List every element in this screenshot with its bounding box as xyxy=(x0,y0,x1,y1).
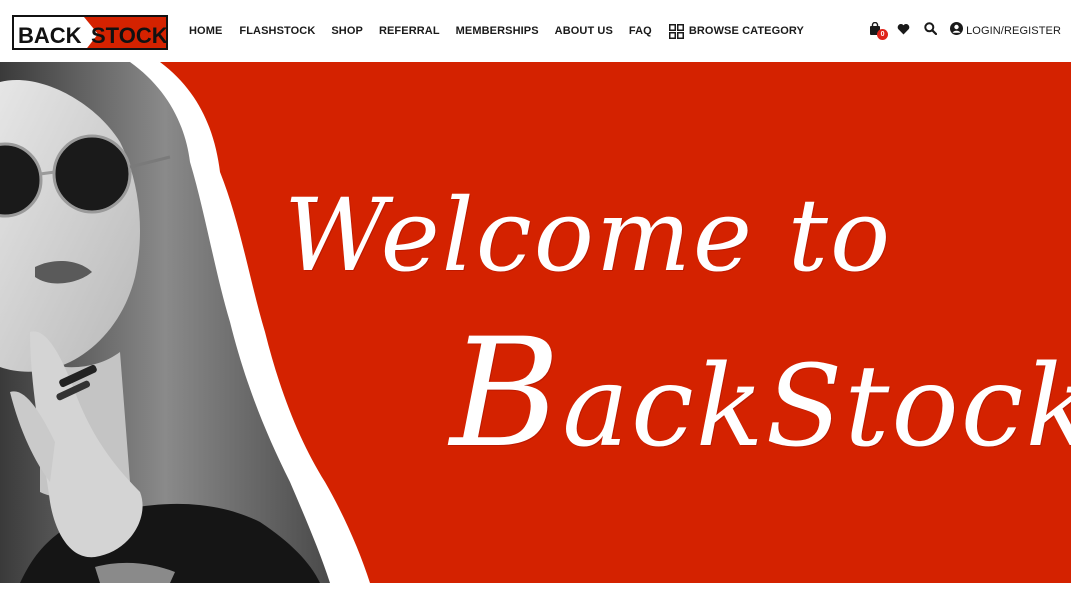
nav-item-flashstock[interactable]: FLASHSTOCK xyxy=(239,25,315,37)
browse-category-label: BROWSE CATEGORY xyxy=(688,25,804,37)
hero-title: Welcome to BackStock xyxy=(260,157,1071,517)
search-button[interactable] xyxy=(924,22,938,40)
nav-item-home[interactable]: HOME xyxy=(189,25,222,37)
nav-item-shop[interactable]: SHOP xyxy=(331,25,363,37)
heart-icon xyxy=(897,22,910,40)
login-register-button[interactable]: LOGIN/REGISTER xyxy=(950,22,1061,40)
site-header: BACK STOCK HOME FLASHSTOCK SHOP REFERRAL… xyxy=(0,0,1071,62)
hero-banner: Welcome to BackStock xyxy=(0,62,1071,583)
search-icon xyxy=(924,22,938,40)
grid-icon xyxy=(668,23,684,39)
wishlist-button[interactable] xyxy=(897,22,910,40)
nav-item-referral[interactable]: REFERRAL xyxy=(379,25,440,37)
user-circle-icon xyxy=(950,22,964,40)
logo-mark: BACK STOCK xyxy=(18,17,168,48)
hero-title-line2-rest: ackStock xyxy=(562,342,1071,472)
site-logo[interactable]: BACK STOCK xyxy=(12,15,168,50)
main-nav: HOME FLASHSTOCK SHOP REFERRAL MEMBERSHIP… xyxy=(189,0,804,62)
logo-text-back: BACK xyxy=(18,23,82,48)
cart-count-badge: 0 xyxy=(877,28,889,40)
nav-item-about-us[interactable]: ABOUT US xyxy=(555,25,613,37)
hero-title-line2-initial: B xyxy=(450,307,563,481)
login-register-label: LOGIN/REGISTER xyxy=(966,25,1061,37)
nav-item-faq[interactable]: FAQ xyxy=(629,25,652,37)
header-tools: 0 LOGIN/REGISTER xyxy=(869,0,1061,62)
hero-title-line1: Welcome to xyxy=(284,177,893,294)
logo-text-stock: STOCK xyxy=(91,23,168,48)
cart-button[interactable]: 0 xyxy=(869,21,889,41)
hero-title-line2: BackStock xyxy=(450,307,1071,481)
nav-item-memberships[interactable]: MEMBERSHIPS xyxy=(456,25,539,37)
browse-category-button[interactable]: BROWSE CATEGORY xyxy=(668,23,804,39)
page-bottom-strip xyxy=(0,583,1071,600)
